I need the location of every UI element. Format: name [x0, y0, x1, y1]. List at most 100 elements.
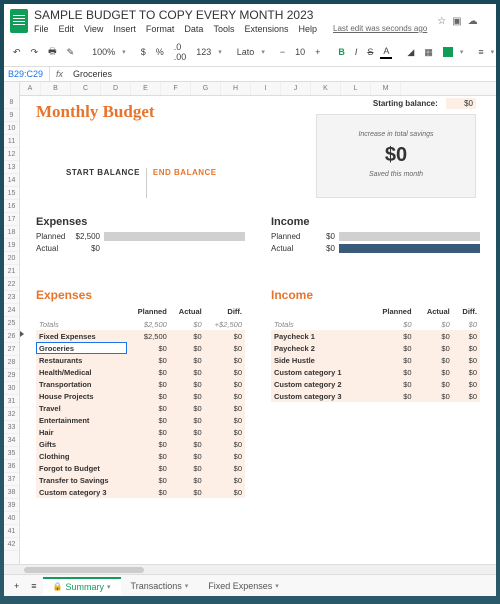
cell[interactable]: $0: [170, 402, 205, 414]
cell[interactable]: $0: [205, 342, 245, 354]
tab-transactions[interactable]: Transactions ▾: [121, 578, 199, 594]
row-header[interactable]: 9: [4, 109, 19, 122]
row-header[interactable]: 11: [4, 135, 19, 148]
font-select[interactable]: Lato: [234, 46, 258, 58]
col-header[interactable]: J: [281, 82, 311, 95]
bold-button[interactable]: B: [335, 46, 348, 58]
col-header[interactable]: D: [101, 82, 131, 95]
cell[interactable]: $0: [127, 474, 169, 486]
row-header[interactable]: 29: [4, 369, 19, 382]
row-header[interactable]: 28: [4, 356, 19, 369]
row-header[interactable]: 23: [4, 291, 19, 304]
cell[interactable]: $0: [127, 486, 169, 498]
menu-format[interactable]: Format: [146, 24, 175, 34]
cell[interactable]: $0: [368, 366, 414, 378]
cell[interactable]: $0: [415, 366, 453, 378]
cell[interactable]: $0: [127, 438, 169, 450]
sheets-logo-icon[interactable]: [10, 9, 28, 33]
cell[interactable]: $0: [127, 378, 169, 390]
cell[interactable]: $0: [170, 330, 205, 342]
table-row[interactable]: Fixed Expenses$2,500$0$0: [36, 330, 245, 342]
horizontal-scrollbar[interactable]: [4, 564, 496, 574]
col-header[interactable]: G: [191, 82, 221, 95]
cell[interactable]: $0: [368, 354, 414, 366]
menu-tools[interactable]: Tools: [213, 24, 234, 34]
cell[interactable]: $0: [368, 378, 414, 390]
row-header[interactable]: 26: [4, 330, 19, 343]
cell[interactable]: Custom category 3: [271, 390, 368, 402]
cell[interactable]: $0: [205, 330, 245, 342]
cell[interactable]: Entertainment: [36, 414, 127, 426]
cell[interactable]: $0: [170, 462, 205, 474]
size-plus[interactable]: +: [312, 46, 323, 58]
cell[interactable]: Fixed Expenses: [36, 330, 127, 342]
format-button[interactable]: 123: [193, 46, 214, 58]
row-header[interactable]: 10: [4, 122, 19, 135]
cell[interactable]: $0: [415, 378, 453, 390]
table-row[interactable]: Transfer to Savings$0$0$0: [36, 474, 245, 486]
row-header[interactable]: 33: [4, 421, 19, 434]
cell[interactable]: $0: [205, 378, 245, 390]
menu-data[interactable]: Data: [184, 24, 203, 34]
paint-format-icon[interactable]: ✎: [64, 46, 78, 59]
table-row[interactable]: Clothing$0$0$0: [36, 450, 245, 462]
row-header[interactable]: 12: [4, 148, 19, 161]
cell[interactable]: Travel: [36, 402, 127, 414]
cell[interactable]: Transportation: [36, 378, 127, 390]
col-header[interactable]: E: [131, 82, 161, 95]
col-header[interactable]: K: [311, 82, 341, 95]
row-header[interactable]: 39: [4, 499, 19, 512]
cell[interactable]: $0: [127, 390, 169, 402]
row-header[interactable]: 42: [4, 538, 19, 551]
cell[interactable]: $0: [170, 366, 205, 378]
cell[interactable]: $0: [127, 402, 169, 414]
italic-button[interactable]: I: [352, 46, 361, 58]
cell[interactable]: $0: [415, 354, 453, 366]
col-header[interactable]: A: [20, 82, 41, 95]
cell[interactable]: $2,500: [127, 330, 169, 342]
cell[interactable]: $0: [205, 366, 245, 378]
cell[interactable]: Groceries: [36, 342, 127, 354]
row-header[interactable]: 36: [4, 460, 19, 473]
size-minus[interactable]: −: [277, 46, 288, 58]
cell[interactable]: $0: [170, 414, 205, 426]
sheet-content[interactable]: Monthly Budget Starting balance: $0 Incr…: [20, 96, 496, 564]
borders-button[interactable]: ▦: [421, 46, 436, 59]
chevron-down-icon[interactable]: ▾: [275, 582, 279, 590]
row-header[interactable]: 38: [4, 486, 19, 499]
row-header[interactable]: 14: [4, 174, 19, 187]
row-header[interactable]: 41: [4, 525, 19, 538]
formula-input[interactable]: Groceries: [69, 67, 116, 81]
cell[interactable]: $0: [170, 438, 205, 450]
row-headers[interactable]: 8910111213141516171819202122232425262728…: [4, 82, 20, 564]
row-header[interactable]: 22: [4, 278, 19, 291]
table-row[interactable]: Custom category 1$0$0$0: [271, 366, 480, 378]
cell[interactable]: $0: [127, 462, 169, 474]
row-header[interactable]: 37: [4, 473, 19, 486]
cell[interactable]: $0: [368, 342, 414, 354]
menu-extensions[interactable]: Extensions: [244, 24, 288, 34]
cell[interactable]: $0: [205, 450, 245, 462]
cell[interactable]: $0: [170, 474, 205, 486]
table-row[interactable]: Custom category 2$0$0$0: [271, 378, 480, 390]
col-header[interactable]: L: [341, 82, 371, 95]
row-header[interactable]: 18: [4, 226, 19, 239]
cell[interactable]: $0: [415, 330, 453, 342]
undo-icon[interactable]: ↶: [10, 46, 24, 59]
cell[interactable]: Side Hustle: [271, 354, 368, 366]
redo-icon[interactable]: ↷: [28, 46, 42, 59]
row-header[interactable]: 25: [4, 317, 19, 330]
table-row[interactable]: Paycheck 2$0$0$0: [271, 342, 480, 354]
merge-button[interactable]: [440, 46, 456, 58]
table-row[interactable]: Restaurants$0$0$0: [36, 354, 245, 366]
cell[interactable]: $0: [205, 390, 245, 402]
col-header[interactable]: H: [221, 82, 251, 95]
col-headers[interactable]: ABCDEFGHIJKLM: [20, 82, 496, 96]
cell[interactable]: $0: [170, 378, 205, 390]
table-row[interactable]: Travel$0$0$0: [36, 402, 245, 414]
menu-help[interactable]: Help: [298, 24, 317, 34]
row-header[interactable]: 30: [4, 382, 19, 395]
table-row[interactable]: Forgot to Budget$0$0$0: [36, 462, 245, 474]
menu-file[interactable]: File: [34, 24, 49, 34]
col-header[interactable]: I: [251, 82, 281, 95]
